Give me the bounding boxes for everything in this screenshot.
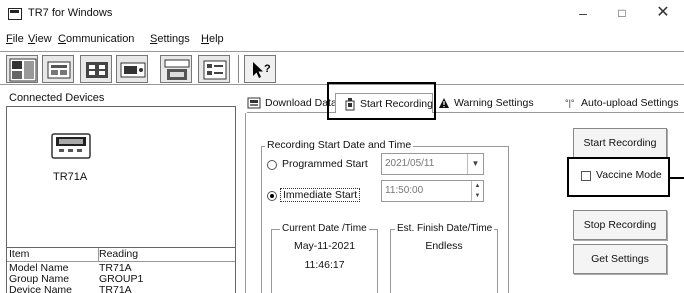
- current-time-value: 11:46:17: [304, 259, 345, 271]
- devices-list: TR71A: [6, 106, 236, 249]
- table-row: Group Name GROUP1: [7, 273, 235, 285]
- get-settings-button[interactable]: Get Settings: [573, 244, 667, 274]
- upload-signal-icon: °|°: [565, 98, 575, 108]
- table-row: Model Name TR71A: [7, 262, 235, 274]
- menu-view-label: iew: [35, 33, 52, 45]
- connected-devices-title: Connected Devices: [9, 92, 105, 104]
- device-list-button[interactable]: [42, 55, 74, 83]
- menu-help-label: elp: [208, 33, 224, 45]
- tab-strip: Download Data Start Recording Warning Se…: [245, 93, 684, 115]
- window-title: TR7 for Windows: [28, 7, 113, 19]
- device-info-table: Item Reading Model Name TR71A Group Name…: [6, 247, 236, 293]
- warning-icon: [439, 98, 449, 109]
- menu-help[interactable]: Help: [201, 33, 224, 45]
- context-help-button[interactable]: ?: [244, 55, 276, 83]
- table-row: Device Name TR71A: [7, 284, 235, 293]
- device-list-icon: [47, 61, 71, 79]
- row-item: Model Name: [9, 262, 69, 274]
- finish-datetime-title: Est. Finish Date/Time: [395, 223, 495, 234]
- row-item: Group Name: [9, 273, 70, 285]
- menu-view[interactable]: View: [28, 33, 52, 45]
- menu-settings[interactable]: Settings: [150, 33, 190, 45]
- finish-value: Endless: [425, 240, 463, 252]
- tab-download-data[interactable]: Download Data: [247, 93, 335, 113]
- menu-file[interactable]: File: [6, 33, 24, 45]
- tab-warning-label: Warning Settings: [454, 97, 534, 109]
- tandd-logo-icon: [9, 58, 37, 82]
- grid-view-icon: [86, 62, 108, 78]
- stop-recording-button[interactable]: Stop Recording: [573, 210, 667, 240]
- current-date-value: May-11-2021: [293, 240, 356, 252]
- tandd-logo-button[interactable]: [6, 55, 38, 83]
- spin-up-icon[interactable]: ▲: [471, 181, 483, 191]
- row-reading: TR71A: [99, 284, 132, 293]
- vaccine-mode-callout-line: [670, 177, 684, 179]
- new-config-icon: [164, 59, 190, 80]
- menu-settings-label: ettings: [157, 33, 190, 45]
- close-button[interactable]: ✕: [645, 2, 681, 24]
- current-datetime-title: Current Date /Time: [280, 223, 369, 234]
- row-reading: GROUP1: [99, 273, 144, 285]
- minimize-button[interactable]: –: [565, 2, 601, 24]
- immediate-time-spinner[interactable]: 11:50:00 ▲ ▼: [381, 180, 484, 202]
- new-config-button[interactable]: [160, 55, 192, 83]
- svg-text:?: ?: [264, 63, 271, 75]
- header-reading[interactable]: Reading: [99, 248, 235, 261]
- menu-file-mnemonic: F: [6, 33, 13, 45]
- menu-bar: File View Communication Settings Help: [0, 33, 684, 49]
- menu-communication-label: ommunication: [65, 33, 135, 45]
- menu-file-label: ile: [12, 33, 24, 45]
- row-reading: TR71A: [99, 262, 132, 274]
- tab-upload-label: Auto-upload Settings: [581, 97, 679, 109]
- svg-text:°|°: °|°: [565, 98, 575, 108]
- logger-device-icon: [51, 133, 91, 159]
- chevron-down-icon[interactable]: ▼: [467, 154, 483, 174]
- context-help-icon: ?: [253, 62, 271, 78]
- immediate-start-label[interactable]: Immediate Start: [280, 188, 361, 202]
- programmed-date-combo[interactable]: 2021/05/11 ▼: [381, 153, 484, 175]
- start-recording-button[interactable]: Start Recording: [573, 128, 667, 158]
- left-panel: Connected Devices TR71A Item Reading Mod…: [6, 89, 236, 293]
- device-label[interactable]: TR71A: [53, 171, 87, 183]
- menu-help-mnemonic: H: [201, 33, 209, 45]
- toolbar: ?: [0, 51, 684, 85]
- immediate-time-value: 11:50:00: [385, 185, 424, 196]
- app-icon: [8, 8, 22, 20]
- row-item: Device Name: [9, 284, 73, 293]
- immediate-start-text: Immediate Start: [280, 188, 361, 202]
- recording-device-button[interactable]: [116, 55, 148, 83]
- programmed-date-value: 2021/05/11: [385, 158, 435, 169]
- programmed-start-radio[interactable]: [267, 160, 277, 170]
- list-settings-icon: [203, 60, 227, 80]
- menu-communication[interactable]: Communication: [58, 33, 134, 45]
- spin-down-icon[interactable]: ▼: [471, 191, 483, 201]
- recording-device-icon: [120, 62, 146, 78]
- header-item[interactable]: Item: [7, 248, 99, 261]
- grid-view-button[interactable]: [80, 55, 112, 83]
- menu-communication-mnemonic: C: [58, 33, 66, 45]
- immediate-start-radio[interactable]: [267, 191, 277, 201]
- title-bar: TR7 for Windows – □ ✕: [0, 0, 684, 28]
- vaccine-mode-highlight: [567, 157, 670, 197]
- device-item[interactable]: [51, 133, 91, 159]
- programmed-start-label[interactable]: Programmed Start: [282, 158, 368, 170]
- tab-warning-settings[interactable]: Warning Settings: [438, 93, 534, 113]
- recording-start-group-title: Recording Start Date and Time: [265, 139, 414, 151]
- tab-auto-upload-settings[interactable]: °|° Auto-upload Settings: [565, 93, 678, 113]
- list-settings-button[interactable]: [198, 55, 230, 83]
- tab-download-label: Download Data: [265, 97, 335, 109]
- toolbar-separator: [238, 55, 239, 83]
- download-icon: [247, 97, 261, 109]
- table-header: Item Reading: [7, 248, 235, 262]
- maximize-button[interactable]: □: [604, 2, 640, 24]
- finish-datetime-box: [390, 229, 498, 293]
